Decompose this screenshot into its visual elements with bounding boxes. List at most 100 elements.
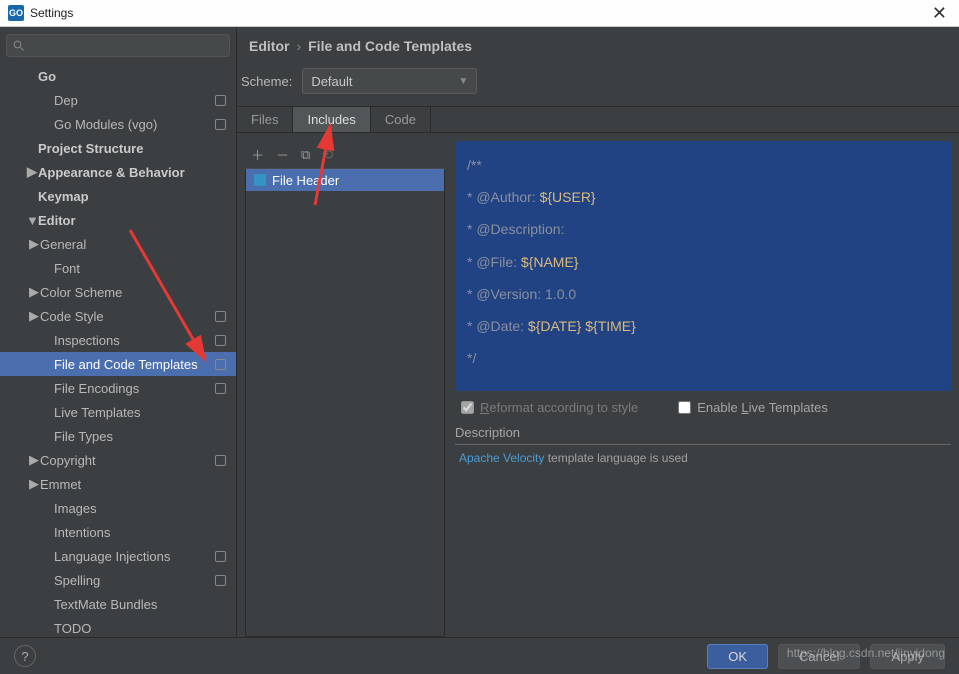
tree-item-label: Code Style	[40, 309, 104, 324]
tab-code[interactable]: Code	[371, 107, 431, 132]
tree-item-label: Go	[38, 69, 56, 84]
tree-item-label: TODO	[54, 621, 91, 636]
sidebar-item-file-encodings[interactable]: File Encodings	[0, 376, 236, 400]
settings-sidebar: GoDepGo Modules (vgo)Project Structure▶A…	[0, 27, 237, 637]
tree-arrow-icon: ▼	[26, 213, 38, 228]
settings-tree: GoDepGo Modules (vgo)Project Structure▶A…	[0, 64, 236, 637]
sidebar-item-language-injections[interactable]: Language Injections	[0, 544, 236, 568]
sidebar-item-go-modules-vgo-[interactable]: Go Modules (vgo)	[0, 112, 236, 136]
tree-item-label: File Encodings	[54, 381, 139, 396]
enable-live-templates-checkbox[interactable]: Enable Live Templates	[678, 400, 828, 415]
tab-includes[interactable]: Includes	[293, 107, 370, 132]
ok-button[interactable]: OK	[707, 644, 768, 669]
description-label: Description	[455, 423, 951, 444]
scheme-value: Default	[311, 74, 352, 89]
sidebar-item-textmate-bundles[interactable]: TextMate Bundles	[0, 592, 236, 616]
modified-indicator-icon	[215, 551, 226, 562]
template-editor[interactable]: /** * @Author: ${USER} * @Description: *…	[455, 141, 951, 391]
window-title: Settings	[30, 6, 928, 20]
tab-files[interactable]: Files	[237, 107, 293, 132]
editor-line: * @Description:	[467, 213, 939, 245]
tree-item-label: Font	[54, 261, 80, 276]
tree-item-label: Appearance & Behavior	[38, 165, 185, 180]
sidebar-item-editor[interactable]: ▼Editor	[0, 208, 236, 232]
sidebar-item-keymap[interactable]: Keymap	[0, 184, 236, 208]
modified-indicator-icon	[215, 455, 226, 466]
modified-indicator-icon	[215, 383, 226, 394]
tree-item-label: File Types	[54, 429, 113, 444]
sidebar-item-general[interactable]: ▶General	[0, 232, 236, 256]
template-toolbar: ＋ － ⧉ ⟲	[245, 141, 445, 169]
sidebar-item-inspections[interactable]: Inspections	[0, 328, 236, 352]
tree-arrow-icon: ▶	[28, 236, 40, 252]
description-box: Apache Velocity template language is use…	[455, 444, 951, 637]
tree-item-label: Live Templates	[54, 405, 140, 420]
sidebar-item-images[interactable]: Images	[0, 496, 236, 520]
sidebar-item-go[interactable]: Go	[0, 64, 236, 88]
modified-indicator-icon	[215, 335, 226, 346]
sidebar-item-live-templates[interactable]: Live Templates	[0, 400, 236, 424]
add-icon[interactable]: ＋	[251, 145, 264, 164]
app-icon: GO	[8, 5, 24, 21]
template-item-label: File Header	[272, 173, 339, 188]
window-titlebar: GO Settings ✕	[0, 0, 959, 27]
editor-line: * @File: ${NAME}	[467, 246, 939, 278]
tree-item-label: General	[40, 237, 86, 252]
tree-item-label: Intentions	[54, 525, 110, 540]
tree-arrow-icon: ▶	[28, 452, 40, 468]
copy-icon[interactable]: ⧉	[301, 147, 310, 163]
sidebar-item-project-structure[interactable]: Project Structure	[0, 136, 236, 160]
sidebar-item-copyright[interactable]: ▶Copyright	[0, 448, 236, 472]
sidebar-search[interactable]	[6, 34, 230, 57]
tree-arrow-icon: ▶	[28, 284, 40, 300]
scheme-select[interactable]: Default ▼	[302, 68, 477, 94]
tree-item-label: File and Code Templates	[54, 357, 198, 372]
tree-item-label: Inspections	[54, 333, 120, 348]
chevron-down-icon: ▼	[458, 76, 468, 87]
help-button[interactable]: ?	[14, 645, 36, 667]
apply-button[interactable]: Apply	[870, 644, 945, 669]
velocity-link[interactable]: Apache Velocity	[459, 451, 544, 465]
dialog-footer: ? OK Cancel Apply	[0, 637, 959, 674]
editor-line: /**	[467, 149, 939, 181]
sidebar-item-spelling[interactable]: Spelling	[0, 568, 236, 592]
template-item-file-header[interactable]: File Header	[246, 169, 444, 191]
tree-item-label: Emmet	[40, 477, 81, 492]
tree-item-label: Spelling	[54, 573, 100, 588]
editor-line: * @Date: ${DATE} ${TIME}	[467, 310, 939, 342]
sidebar-item-file-and-code-templates[interactable]: File and Code Templates	[0, 352, 236, 376]
search-input[interactable]	[29, 39, 223, 53]
sidebar-item-code-style[interactable]: ▶Code Style	[0, 304, 236, 328]
tree-item-label: Editor	[38, 213, 76, 228]
sidebar-item-font[interactable]: Font	[0, 256, 236, 280]
tree-arrow-icon: ▶	[28, 308, 40, 324]
sidebar-item-appearance-behavior[interactable]: ▶Appearance & Behavior	[0, 160, 236, 184]
breadcrumb: Editor › File and Code Templates	[237, 27, 959, 58]
breadcrumb-current: File and Code Templates	[308, 38, 472, 54]
editor-line: * @Author: ${USER}	[467, 181, 939, 213]
sidebar-item-file-types[interactable]: File Types	[0, 424, 236, 448]
remove-icon[interactable]: －	[276, 145, 289, 164]
sidebar-item-intentions[interactable]: Intentions	[0, 520, 236, 544]
tree-item-label: Copyright	[40, 453, 96, 468]
sidebar-item-dep[interactable]: Dep	[0, 88, 236, 112]
editor-line: * @Version: 1.0.0	[467, 278, 939, 310]
template-tabs: FilesIncludesCode	[237, 106, 959, 133]
tree-item-label: Dep	[54, 93, 78, 108]
sidebar-item-emmet[interactable]: ▶Emmet	[0, 472, 236, 496]
modified-indicator-icon	[215, 119, 226, 130]
tree-arrow-icon: ▶	[26, 164, 38, 180]
sidebar-item-todo[interactable]: TODO	[0, 616, 236, 637]
window-close-button[interactable]: ✕	[928, 3, 951, 24]
breadcrumb-sep: ›	[296, 38, 301, 54]
tree-item-label: Project Structure	[38, 141, 143, 156]
template-list: File Header	[245, 169, 445, 637]
sidebar-item-color-scheme[interactable]: ▶Color Scheme	[0, 280, 236, 304]
breadcrumb-parent[interactable]: Editor	[249, 38, 289, 54]
description-text: template language is used	[544, 451, 687, 465]
revert-icon[interactable]: ⟲	[322, 147, 333, 163]
tree-item-label: Images	[54, 501, 97, 516]
tree-item-label: TextMate Bundles	[54, 597, 157, 612]
search-icon	[13, 40, 25, 52]
cancel-button[interactable]: Cancel	[778, 644, 860, 669]
